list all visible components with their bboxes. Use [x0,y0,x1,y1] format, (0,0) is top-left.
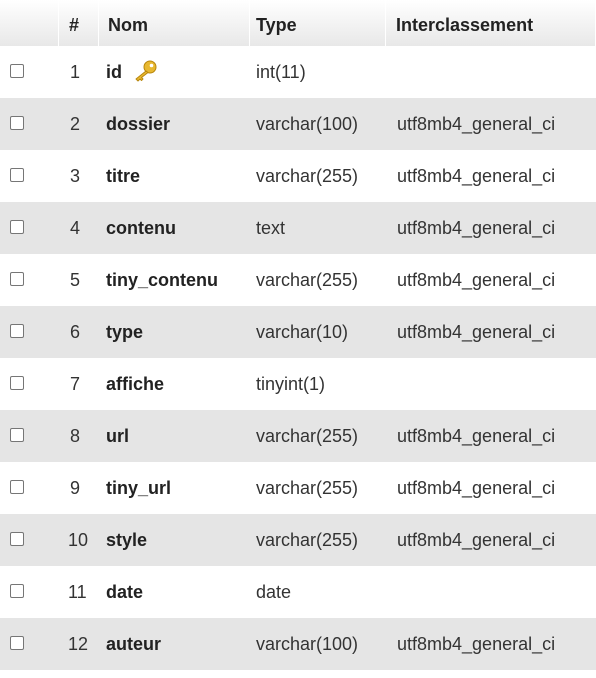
row-checkbox[interactable] [10,324,24,338]
row-checkbox[interactable] [10,272,24,286]
column-collation: utf8mb4_general_ci [397,166,556,186]
table-header: # Nom Type Interclassement [0,0,596,46]
row-checkbox[interactable] [10,220,24,234]
column-type: varchar(255) [256,166,359,186]
column-name-text: url [106,426,130,446]
column-type: tinyint(1) [256,374,326,394]
table-row[interactable]: 10 style varchar(255) utf8mb4_general_ci [0,514,596,566]
column-collation: utf8mb4_general_ci [397,530,556,550]
header-number[interactable]: # [59,0,99,46]
column-name-text: dossier [106,114,171,134]
row-checkbox[interactable] [10,168,24,182]
column-type: varchar(255) [256,530,359,550]
row-number: 2 [70,114,81,134]
column-collation: utf8mb4_general_ci [397,322,556,342]
table-row[interactable]: 5 tiny_contenu varchar(255) utf8mb4_general… [0,254,596,306]
column-name: contenu [106,202,176,254]
column-type: date [256,582,292,602]
column-name: url [106,410,129,462]
row-checkbox[interactable] [10,116,24,130]
column-name-text: titre [106,166,141,186]
table-body: 1 id int(11) 2 dossier varchar(100) utf8mb4_ge… [0,46,596,670]
table-row[interactable]: 7 affiche tinyint(1) [0,358,596,410]
row-checkbox[interactable] [10,532,24,546]
column-name-text: affiche [106,374,165,394]
column-name-text: tiny_contenu [106,270,219,290]
table-row[interactable]: 1 id int(11) [0,46,596,98]
table-row[interactable]: 4 contenu text utf8mb4_general_ci [0,202,596,254]
column-name: id [106,46,158,98]
primary-key-icon [135,60,157,82]
column-name: affiche [106,358,164,410]
column-name-text: contenu [106,218,176,238]
column-name: style [106,514,147,566]
table-row[interactable]: 6 type varchar(10) utf8mb4_general_ci [0,306,596,358]
column-type: varchar(255) [256,478,359,498]
column-collation: utf8mb4_general_ci [397,426,556,446]
column-name: tiny_contenu [106,254,218,306]
row-number: 3 [70,166,81,186]
column-name-text: style [106,530,148,550]
row-number: 8 [70,426,81,446]
column-type: int(11) [256,62,306,82]
column-name: date [106,566,143,618]
column-name: auteur [106,618,161,670]
row-number: 12 [68,634,89,654]
row-checkbox[interactable] [10,480,24,494]
row-checkbox[interactable] [10,64,24,78]
table-row[interactable]: 2 dossier varchar(100) utf8mb4_general_ci [0,98,596,150]
column-type: varchar(100) [256,634,359,654]
column-name-text: date [106,582,144,602]
column-name-text: auteur [106,634,162,654]
row-number: 1 [70,62,81,82]
row-checkbox[interactable] [10,636,24,650]
column-collation: utf8mb4_general_ci [397,114,556,134]
column-name-text: tiny_url [106,478,172,498]
row-number: 5 [70,270,81,290]
row-number: 10 [68,530,89,550]
column-type: varchar(10) [256,322,349,342]
table-row[interactable]: 12 auteur varchar(100) utf8mb4_general_ci [0,618,596,670]
column-name: type [106,306,143,358]
column-collation: utf8mb4_general_ci [397,478,556,498]
header-type[interactable]: Type [250,0,386,46]
row-checkbox[interactable] [10,428,24,442]
header-collation[interactable]: Interclassement [386,0,596,46]
column-collation: utf8mb4_general_ci [397,634,556,654]
column-type: varchar(100) [256,114,359,134]
column-type: varchar(255) [256,270,359,290]
column-name: dossier [106,98,170,150]
row-number: 4 [70,218,81,238]
table-row[interactable]: 3 titre varchar(255) utf8mb4_general_ci [0,150,596,202]
column-name: titre [106,150,140,202]
header-checkbox-column [0,0,59,46]
column-name-text: type [106,322,144,342]
column-name: tiny_url [106,462,171,514]
row-number: 11 [68,582,87,602]
row-number: 7 [70,374,81,394]
column-name-text: id [106,62,122,82]
row-checkbox[interactable] [10,376,24,390]
header-name[interactable]: Nom [99,0,250,46]
table-row[interactable]: 8 url varchar(255) utf8mb4_general_ci [0,410,596,462]
column-type: text [256,218,286,238]
table-row[interactable]: 9 tiny_url varchar(255) utf8mb4_general_ci [0,462,596,514]
table-row[interactable]: 11 date date [0,566,596,618]
row-checkbox[interactable] [10,584,24,598]
column-type: varchar(255) [256,426,359,446]
column-collation: utf8mb4_general_ci [397,218,556,238]
column-collation: utf8mb4_general_ci [397,270,556,290]
row-number: 9 [70,478,81,498]
row-number: 6 [70,322,81,342]
table-structure: # Nom Type Interclassement 1 id int(11) 2 do… [0,0,596,670]
